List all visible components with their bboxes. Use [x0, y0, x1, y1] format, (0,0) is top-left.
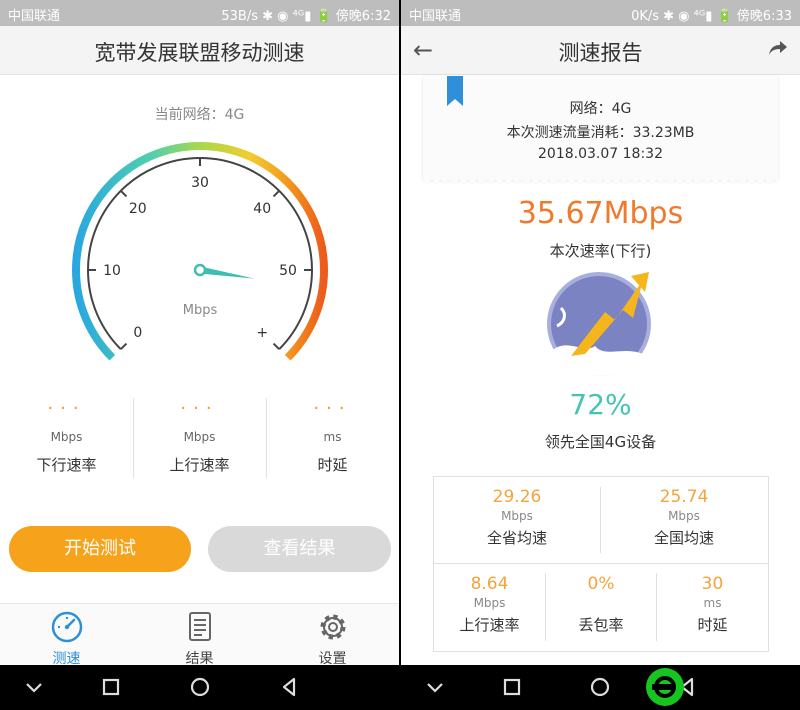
upload-speed-unit: Mbps — [473, 596, 506, 610]
upload-speed-value: 8.64 — [470, 574, 509, 594]
gauge-tick-label: + — [256, 325, 268, 341]
download-stat: ··· Mbps 下行速率 — [0, 398, 133, 475]
speed-gauge: 0 10 20 30 40 50 + Mbps — [72, 142, 328, 361]
upload-speed-cell: 8.64 Mbps 上行速率 — [434, 574, 545, 635]
speedometer-icon — [51, 611, 82, 643]
ticket-traffic: 本次测速流量消耗：33.23MB — [506, 125, 695, 141]
download-unit: Mbps — [50, 430, 83, 444]
gauge-needle — [199, 266, 255, 279]
gauge-unit: Mbps — [183, 303, 218, 318]
title-bar: 宽带发展联盟移动测速 — [0, 26, 399, 75]
download-value: ··· — [47, 398, 86, 419]
carrier-name: 中国联通 — [409, 9, 462, 24]
ranking-percent: 72% — [569, 388, 632, 421]
tab-results[interactable]: 结果 — [133, 610, 266, 665]
document-list-icon — [188, 612, 211, 641]
gauge-tick — [120, 190, 128, 198]
result-stats: ··· Mbps 下行速率 ··· Mbps 上行速率 ··· ms 时延 — [0, 398, 399, 484]
rocket-badge-icon — [547, 272, 651, 376]
province-average-cell: 29.26 Mbps 全省均速 — [434, 487, 600, 548]
national-average-cell: 25.74 Mbps 全国均速 — [601, 487, 767, 548]
view-results-button[interactable]: 查看结果 — [208, 526, 391, 572]
hide-keyboard-chevron-icon[interactable] — [423, 665, 447, 710]
national-average-label: 全国均速 — [653, 529, 714, 547]
start-test-button[interactable]: 开始测试 — [9, 526, 191, 572]
latency-cell: 30 ms 时延 — [657, 574, 768, 635]
gauge-tick — [120, 342, 128, 350]
carrier-name: 中国联通 — [8, 9, 61, 24]
upload-value: ··· — [180, 398, 219, 419]
province-average-unit: Mbps — [501, 509, 533, 523]
upload-speed-label: 上行速率 — [459, 616, 520, 634]
gear-icon — [320, 614, 345, 640]
speed-report-screen: 中国联通 0K/s ✱ ◉ ⁴ᴳ▮ 🔋 傍晚6:33 ← 测速报告 网络：4G … — [401, 0, 800, 665]
title-bar: ← 测速报告 — [401, 26, 800, 75]
province-average-value: 29.26 — [492, 487, 542, 507]
share-icon[interactable] — [766, 36, 790, 60]
system-navigation-bar — [0, 665, 800, 710]
tab-settings-label: 设置 — [318, 651, 347, 665]
latency-value: 30 — [701, 574, 724, 594]
download-speed-value: 35.67Mbps — [517, 196, 684, 231]
gauge-tick-label: 30 — [191, 175, 209, 191]
home-icon[interactable] — [188, 665, 212, 710]
latency-unit: ms — [703, 596, 722, 610]
gauge-tick-label: 40 — [253, 201, 271, 217]
gauge-tick — [272, 190, 280, 198]
packet-loss-cell: 0% 丢包率 — [546, 574, 656, 635]
home-icon[interactable] — [588, 665, 612, 710]
speed-test-screen: 中国联通 53B/s ✱ ◉ ⁴ᴳ▮ 🔋 傍晚6:32 宽带发展联盟移动测速 当… — [0, 0, 399, 665]
latency-label: 时延 — [697, 616, 728, 634]
floating-power-logo-icon — [646, 668, 684, 706]
national-average-value: 25.74 — [659, 487, 709, 507]
tab-speed-test-label: 测速 — [52, 651, 81, 665]
latency-value: ··· — [313, 398, 352, 419]
gauge-tick-label: 20 — [129, 201, 147, 217]
tab-results-label: 结果 — [185, 651, 214, 665]
ranking-label: 领先全国4G设备 — [544, 433, 657, 451]
province-average-label: 全省均速 — [486, 529, 547, 547]
latency-label: 时延 — [317, 456, 348, 474]
gauge-needle-hub — [193, 263, 207, 277]
page-title: 宽带发展联盟移动测速 — [94, 41, 305, 65]
packet-loss-label: 丢包率 — [578, 616, 624, 634]
download-label: 下行速率 — [36, 456, 97, 474]
download-speed-label: 本次速率(下行) — [549, 242, 652, 260]
packet-loss-value: 0% — [587, 574, 615, 594]
packet-loss-unit — [546, 596, 656, 610]
recent-apps-icon[interactable] — [500, 665, 524, 710]
page-title: 测速报告 — [558, 41, 643, 65]
results-grid: 29.26 Mbps 全省均速 25.74 Mbps 全国均速 8.64 Mbp… — [433, 476, 769, 652]
latency-stat: ··· ms 时延 — [266, 398, 399, 475]
recent-apps-icon[interactable] — [99, 665, 123, 710]
status-bar: 中国联通 53B/s ✱ ◉ ⁴ᴳ▮ 🔋 傍晚6:32 — [0, 0, 399, 26]
current-network-label: 当前网络：4G — [154, 107, 245, 123]
gauge-tick — [272, 342, 280, 350]
ticket-zigzag-edge — [423, 179, 778, 186]
tab-settings[interactable]: 设置 — [266, 610, 399, 665]
gauge-tick-label: 0 — [133, 325, 142, 341]
status-bar: 中国联通 0K/s ✱ ◉ ⁴ᴳ▮ 🔋 傍晚6:33 — [401, 0, 800, 26]
upload-label: 上行速率 — [169, 456, 230, 474]
status-info: 0K/s ✱ ◉ ⁴ᴳ▮ 🔋 傍晚6:33 — [631, 9, 792, 24]
ticket-datetime: 2018.03.07 18:32 — [538, 146, 663, 162]
ticket-network: 网络：4G — [569, 101, 632, 117]
upload-stat: ··· Mbps 上行速率 — [133, 398, 266, 475]
tab-speed-test[interactable]: 测速 — [0, 610, 133, 665]
bottom-tab-bar: 测速 结果 设置 — [0, 603, 399, 665]
back-triangle-icon[interactable] — [277, 665, 301, 710]
status-info: 53B/s ✱ ◉ ⁴ᴳ▮ 🔋 傍晚6:32 — [221, 9, 391, 24]
national-average-unit: Mbps — [668, 509, 700, 523]
latency-unit: ms — [323, 430, 342, 444]
hide-keyboard-chevron-icon[interactable] — [22, 665, 46, 710]
gauge-tick-label: 10 — [103, 263, 121, 279]
upload-unit: Mbps — [183, 430, 216, 444]
grid-divider — [434, 563, 768, 564]
report-ticket: 网络：4G 本次测速流量消耗：33.23MB 2018.03.07 18:32 — [423, 76, 778, 186]
gauge-tick-label: 50 — [279, 263, 297, 279]
